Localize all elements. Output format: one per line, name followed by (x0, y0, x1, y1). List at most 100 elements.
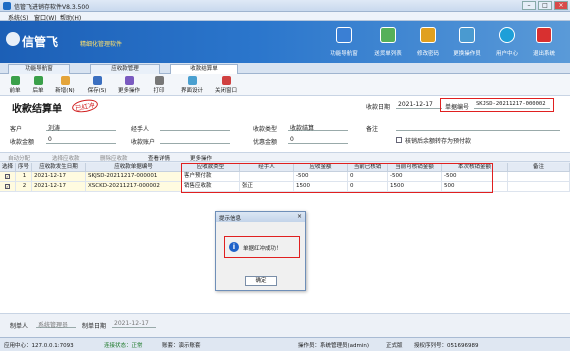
title-bar: 信管飞进销存软件V8.3.500 – □ × (0, 0, 570, 12)
status-operator: 操作员：系统管理员(admin) (298, 343, 370, 349)
type-label: 收款类型 (253, 126, 278, 133)
close-button[interactable]: × (554, 1, 568, 10)
dialog-close-icon[interactable]: × (297, 213, 302, 220)
maker-field: 系统管理员 (36, 320, 76, 329)
header-banner: 信管飞 精细化管理软件 功能导航窗 送货单列表 修改密码 更换操作员 用户中心 … (0, 21, 570, 63)
more-actions-button[interactable]: 更多操作 (114, 76, 144, 94)
window-title: 信管飞进销存软件V8.3.500 (14, 4, 90, 11)
ui-design-button[interactable]: 界面设计 (178, 76, 206, 94)
new-doc-icon (60, 76, 70, 85)
info-icon: i (229, 242, 239, 252)
number-field[interactable]: SKJSD-20211217-000002 (474, 101, 550, 109)
status-server: 应用中心：127.0.0.1:7093 (4, 343, 74, 349)
minimize-button[interactable]: – (522, 1, 536, 10)
account-field[interactable] (160, 136, 230, 144)
row-doc-number: XSCKD-20211217-000002 (86, 182, 182, 192)
customer-label: 客户 (10, 126, 23, 133)
status-bar: 应用中心：127.0.0.1:7093 连接状态：正常 账套：演示账套 操作员：… (0, 337, 570, 351)
menu-bar: 系统(S) 窗口(W) 帮助(H) (0, 12, 570, 22)
balance-checkbox-label: 核销后余额转存为预付款 (405, 138, 472, 145)
row-remark[interactable] (508, 172, 570, 182)
amount-field[interactable]: 0 (46, 136, 116, 144)
row-date: 2021-12-17 (32, 182, 86, 192)
arrow-right-icon (33, 76, 43, 85)
remark-field[interactable] (396, 123, 560, 131)
new-button[interactable]: 新增(N) (50, 76, 80, 94)
bottom-info: 制单人 系统管理员 制单日期 2021-12-17 (0, 313, 570, 337)
design-icon (187, 76, 197, 85)
ok-button[interactable]: 确定 (245, 276, 277, 286)
amount-label: 收款金额 (10, 139, 35, 146)
tab-nav-window[interactable]: 功能导航窗 (8, 64, 70, 74)
prev-doc-button[interactable]: 前单 (4, 76, 26, 94)
print-button[interactable]: 打印 (148, 76, 170, 94)
handler-field[interactable] (160, 123, 230, 131)
row-checkbox[interactable]: ✓ (5, 184, 10, 189)
balance-checkbox[interactable] (396, 137, 402, 143)
discount-label: 优惠金额 (253, 139, 278, 146)
printer-icon (154, 76, 164, 85)
tab-strip: 功能导航窗 应收款管理 收款结算单 (0, 63, 570, 74)
customer-field[interactable]: 刘涛 (46, 123, 116, 132)
account-label: 收款账户 (131, 139, 156, 146)
dialog-message: 单据红冲成功！ (243, 246, 282, 252)
row-index: 2 (16, 182, 32, 192)
switch-operator-icon[interactable] (459, 27, 475, 43)
next-doc-button[interactable]: 后单 (27, 76, 49, 94)
status-database: 账套：演示账套 (162, 343, 201, 349)
status-edition: 正式版 (386, 343, 403, 349)
form-title: 收款结算单 (12, 104, 62, 115)
grid-toolbar: 自动分配 选择应收款 删除应收款 查看详情 更多操作 (0, 152, 570, 162)
status-auth: 授权序列号：051696989 (414, 343, 479, 349)
nav-window-label[interactable]: 功能导航窗 (319, 49, 369, 57)
row-remark[interactable] (508, 182, 570, 192)
nav-window-icon[interactable] (336, 27, 352, 43)
table-row[interactable]: ✓ (0, 182, 16, 192)
col-date: 应收款发生日期 (32, 163, 86, 172)
select-receivable-button[interactable]: 选择应收款 (52, 154, 80, 162)
number-label: 单据编号 (445, 104, 470, 111)
toolbar: 前单 后单 新增(N) 保存(S) 更多操作 打印 界面设计 关闭窗口 (0, 74, 570, 96)
delete-receivable-button[interactable]: 删除应收款 (100, 154, 128, 162)
tab-receipt-settlement[interactable]: 收款结算单 (170, 64, 238, 74)
exit-system-icon[interactable] (536, 27, 552, 43)
info-dialog: 提示信息 × i 单据红冲成功！ 确定 (215, 211, 306, 291)
discount-field[interactable]: 0 (288, 136, 348, 144)
user-center-icon[interactable] (499, 27, 515, 43)
row-index: 1 (16, 172, 32, 182)
auto-allocate-button[interactable]: 自动分配 (8, 154, 30, 162)
view-details-button[interactable]: 查看详情 (148, 154, 170, 162)
make-date-field: 2021-12-17 (112, 320, 156, 328)
remark-label: 备注 (366, 126, 379, 133)
dialog-title: 提示信息 (216, 212, 305, 222)
row-doc-number: SKJSD-20211217-000001 (86, 172, 182, 182)
red-reversal-stamp: 已红冲 (71, 97, 99, 115)
row-checkbox[interactable]: ✓ (5, 174, 10, 179)
exit-system-label[interactable]: 退出系统 (519, 49, 569, 57)
col-doc-number: 应收款单据编号 (86, 163, 182, 172)
arrow-left-icon (10, 76, 20, 85)
make-date-label: 制单日期 (82, 323, 107, 330)
status-connection: 连接状态：正常 (104, 343, 143, 349)
save-icon (92, 76, 102, 85)
col-select: 选择 (0, 163, 16, 172)
row-date: 2021-12-17 (32, 172, 86, 182)
rows-highlight (181, 163, 493, 193)
brand-slogan: 精细化管理软件 (80, 41, 123, 48)
close-window-button[interactable]: 关闭窗口 (212, 76, 240, 94)
col-remark: 备注 (508, 163, 570, 172)
maximize-button[interactable]: □ (538, 1, 552, 10)
date-label: 收款日期 (366, 104, 391, 111)
table-row[interactable]: ✓ (0, 172, 16, 182)
tab-receivables[interactable]: 应收款管理 (90, 64, 160, 74)
grid-more-actions-button[interactable]: 更多操作 (190, 154, 212, 162)
delivery-list-icon[interactable] (380, 27, 396, 43)
type-field[interactable]: 收款结算 (288, 123, 348, 132)
change-password-icon[interactable] (420, 27, 436, 43)
save-button[interactable]: 保存(S) (82, 76, 112, 94)
more-icon (124, 76, 134, 85)
close-icon (221, 76, 231, 85)
dialog-message-highlight: i 单据红冲成功！ (224, 236, 300, 258)
app-logo-icon (3, 2, 11, 10)
date-field[interactable]: 2021-12-17 (396, 101, 442, 109)
